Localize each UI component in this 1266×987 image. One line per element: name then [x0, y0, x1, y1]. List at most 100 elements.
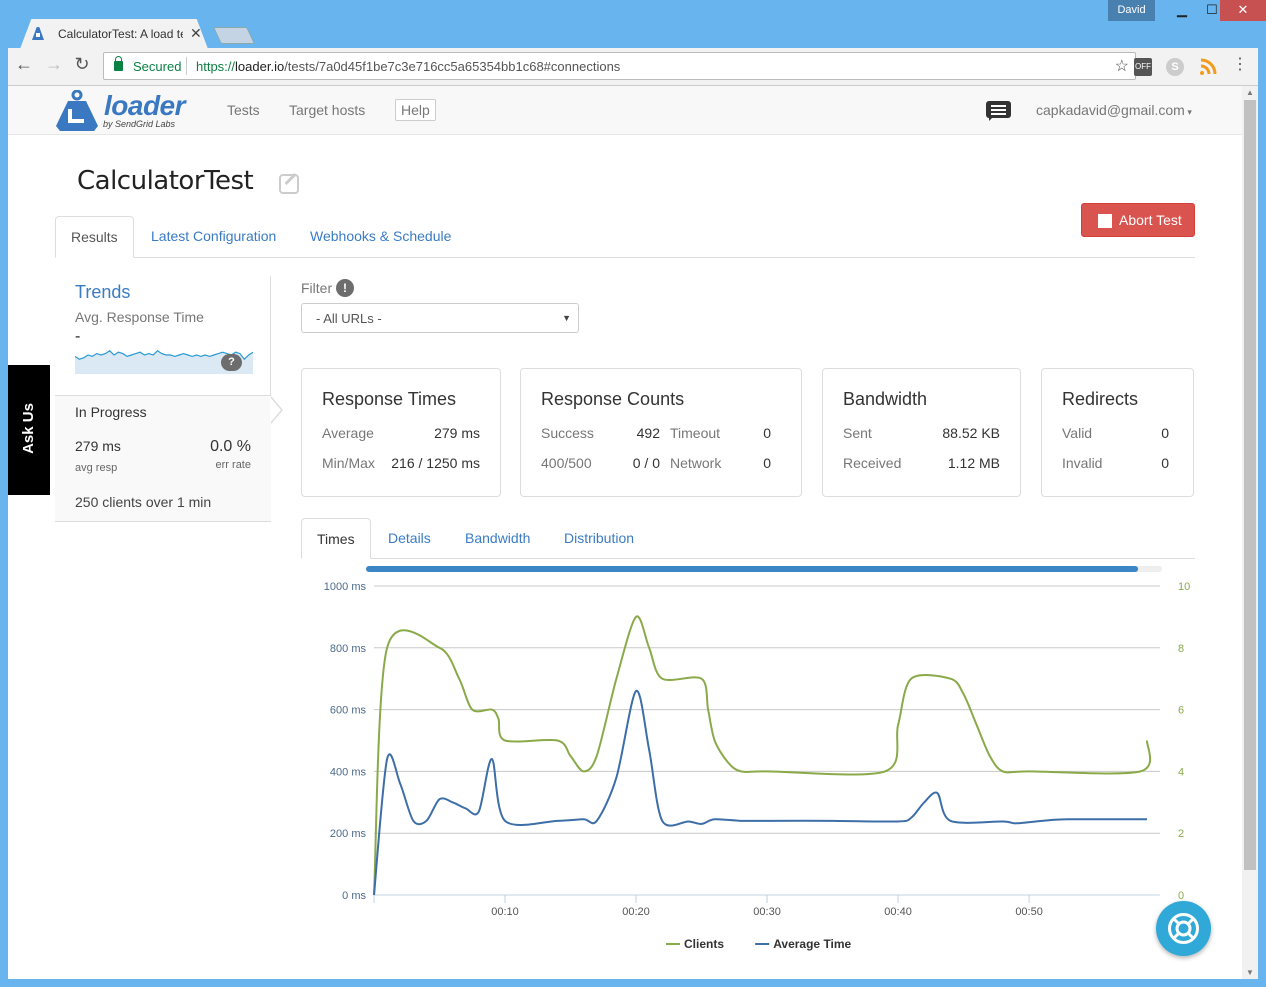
- trends-title[interactable]: Trends: [75, 282, 130, 303]
- tab-webhooks-schedule[interactable]: Webhooks & Schedule: [295, 216, 466, 258]
- url-scheme: https://: [196, 59, 235, 74]
- status-label: In Progress: [75, 404, 147, 420]
- sent-label: Sent: [843, 425, 872, 441]
- tab-distribution[interactable]: Distribution: [549, 518, 649, 559]
- nav-help-button[interactable]: Help: [395, 99, 436, 121]
- user-menu[interactable]: capkadavid@gmail.com ▾: [1036, 102, 1192, 118]
- legend-label[interactable]: Average Time: [773, 937, 851, 951]
- logo-subtitle: by SendGrid Labs: [103, 119, 175, 129]
- card-title: Response Counts: [541, 389, 684, 410]
- network-label: Network: [670, 455, 721, 471]
- valid-value: 0: [1161, 425, 1169, 441]
- card-response-counts: Response Counts Success 492 Timeout 0 40…: [520, 368, 802, 497]
- average-label: Average: [322, 425, 374, 441]
- series-line-average-time: [374, 691, 1147, 895]
- rss-icon[interactable]: [1199, 58, 1217, 76]
- trends-value: -: [75, 328, 80, 346]
- logo-text: loader: [104, 90, 185, 122]
- filter-selected: - All URLs -: [316, 311, 382, 326]
- tab-results[interactable]: Results: [55, 216, 134, 258]
- scroll-thumb[interactable]: [1244, 100, 1256, 870]
- sent-value: 88.52 KB: [942, 425, 1000, 441]
- chart-tabs: Times Details Bandwidth Distribution: [301, 518, 1195, 559]
- minmax-label: Min/Max: [322, 455, 375, 471]
- test-progress-box[interactable]: In Progress 279 ms avg resp 0.0 % err ra…: [55, 395, 271, 522]
- times-chart: 0 ms200 ms400 ms600 ms800 ms1000 ms02468…: [298, 564, 1218, 964]
- ask-us-tab[interactable]: Ask Us: [8, 365, 50, 495]
- ask-us-label: Ask Us: [20, 403, 37, 454]
- tab-title: CalculatorTest: A load te: [58, 27, 183, 41]
- x-tick-label: 00:50: [1015, 906, 1043, 918]
- info-icon[interactable]: !: [336, 279, 354, 297]
- main-tabs: Results Latest Configuration Webhooks & …: [55, 216, 1195, 258]
- card-title: Redirects: [1062, 389, 1138, 410]
- minimize-icon[interactable]: ▁: [1165, 0, 1199, 21]
- errors-value: 0 / 0: [633, 455, 660, 471]
- tab-bandwidth[interactable]: Bandwidth: [450, 518, 545, 559]
- y-tick-label: 0 ms: [342, 890, 366, 902]
- back-icon[interactable]: ←: [12, 54, 36, 75]
- card-title: Bandwidth: [843, 389, 927, 410]
- new-tab-button[interactable]: [213, 27, 255, 44]
- received-label: Received: [843, 455, 901, 471]
- page-scrollbar[interactable]: ▲ ▼: [1242, 86, 1258, 979]
- tab-times[interactable]: Times: [301, 518, 371, 559]
- timeout-value: 0: [763, 425, 771, 441]
- abort-test-button[interactable]: Abort Test: [1081, 203, 1195, 237]
- page-title: CalculatorTest: [77, 166, 253, 196]
- filter-label: Filter: [301, 280, 332, 296]
- security-label: Secured: [133, 59, 181, 74]
- clients-summary: 250 clients over 1 min: [75, 494, 211, 510]
- valid-label: Valid: [1062, 425, 1092, 441]
- page-viewport: loader by SendGrid Labs Tests Target hos…: [8, 86, 1242, 979]
- off-extension-icon[interactable]: OFF: [1134, 58, 1152, 76]
- stop-icon: [1098, 214, 1112, 228]
- x-tick-label: 00:10: [491, 906, 519, 918]
- x-tick-label: 00:30: [753, 906, 781, 918]
- close-window-icon[interactable]: ✕: [1220, 0, 1266, 21]
- network-value: 0: [763, 455, 771, 471]
- tab-latest-configuration[interactable]: Latest Configuration: [136, 216, 291, 258]
- help-badge[interactable]: ?: [221, 354, 242, 371]
- average-value: 279 ms: [434, 425, 480, 441]
- y2-tick-label: 8: [1178, 643, 1184, 655]
- divider: [186, 57, 187, 75]
- errors-label: 400/500: [541, 455, 592, 471]
- url-filter-select[interactable]: - All URLs - ▼: [301, 303, 579, 333]
- skype-icon[interactable]: S: [1166, 58, 1184, 76]
- arrow-right-icon: [271, 396, 283, 424]
- url-host: loader.io: [235, 59, 284, 74]
- browser-toolbar: ← → ↻ Secured https://loader.io/tests/7a…: [8, 48, 1258, 86]
- edit-icon[interactable]: [279, 174, 299, 194]
- url-text[interactable]: https://loader.io/tests/7a0d45f1be7c3e71…: [196, 59, 620, 74]
- reload-icon[interactable]: ↻: [70, 54, 94, 75]
- menu-kebab-icon[interactable]: ⋮: [1228, 54, 1252, 74]
- series-line-clients: [374, 616, 1150, 895]
- scroll-up-icon[interactable]: ▲: [1246, 88, 1254, 97]
- card-response-times: Response Times Average 279 ms Min/Max 21…: [301, 368, 501, 497]
- y-tick-label: 1000 ms: [324, 581, 367, 593]
- x-tick-label: 00:40: [884, 906, 912, 918]
- tab-details[interactable]: Details: [373, 518, 446, 559]
- loader-logo-icon: [54, 90, 100, 132]
- bookmark-star-icon[interactable]: ☆: [1115, 56, 1129, 76]
- forward-icon[interactable]: →: [42, 54, 66, 75]
- nav-tests[interactable]: Tests: [227, 102, 260, 118]
- chat-icon[interactable]: [986, 101, 1011, 118]
- scroll-down-icon[interactable]: ▼: [1246, 968, 1254, 977]
- user-email: capkadavid@gmail.com: [1036, 102, 1185, 118]
- address-bar[interactable]: Secured https://loader.io/tests/7a0d45f1…: [103, 52, 1136, 80]
- profile-name[interactable]: David: [1108, 0, 1155, 21]
- y-tick-label: 600 ms: [330, 705, 367, 717]
- browser-titlebar: CalculatorTest: A load te ✕ David ▁ ☐ ✕: [0, 0, 1266, 48]
- tab-close-icon[interactable]: ✕: [190, 25, 202, 42]
- legend-label[interactable]: Clients: [684, 937, 724, 951]
- url-path: /tests/7a0d45f1be7c3e716cc5a65354bb1c68#…: [284, 59, 620, 74]
- range-selector-handle[interactable]: [366, 566, 1138, 572]
- loader-logo[interactable]: loader by SendGrid Labs: [54, 88, 194, 132]
- y2-tick-label: 10: [1178, 581, 1190, 593]
- trends-sidebar: Trends Avg. Response Time - ? In Progres…: [55, 276, 271, 522]
- card-title: Response Times: [322, 389, 456, 410]
- nav-target-hosts[interactable]: Target hosts: [289, 102, 365, 118]
- help-button[interactable]: [1156, 901, 1211, 956]
